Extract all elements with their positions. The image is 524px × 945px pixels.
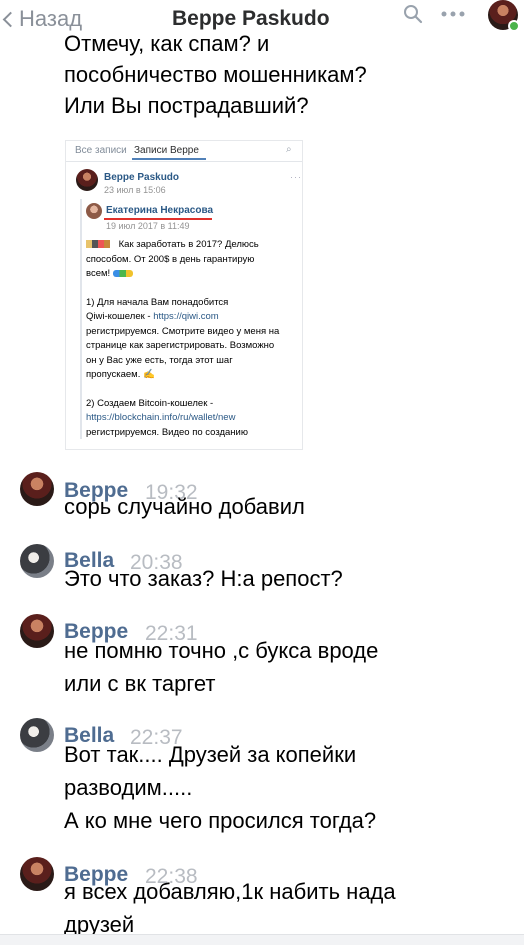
post-line: 2) Создаем Bitcoin-кошелек - [86,397,214,409]
post-line: всем! [86,268,111,279]
message-text: не помню точно ,с букса вроде или с вк т… [64,634,378,700]
avatar[interactable] [20,718,54,752]
repost-author: Екатерина Некрасова [106,205,214,216]
avatar[interactable] [20,544,54,578]
repost-date: 19 июл 2017 в 11:49 [106,221,190,231]
post-line: странице как зарегистрировать. Возможно [86,340,275,351]
post-line: 1) Для начала Вам понадобится [86,296,229,308]
post-line: регистрируемся. Видео по созданию [86,426,248,438]
post-line: Как заработать в 2017? Делюсь [118,239,259,250]
search-icon[interactable] [403,4,423,26]
message-line: разводим..... [64,775,193,800]
post-body: Как заработать в 2017? Делюсь способом. … [86,238,296,440]
message-text: я всех добавляю,1к набить нада друзей [64,875,396,941]
message-line: Отмечу, как спам? и [64,31,270,56]
search-icon: ⌕ [286,144,292,155]
message-text: Вот так.... Друзей за копейки разводим..… [64,738,376,837]
message-line: А ко мне чего просился тогда? [64,808,377,833]
qiwi-link: https://qiwi.com [153,311,219,322]
post-date: 23 июл в 15:06 [104,185,166,195]
post-line: пропускаем. [86,369,141,380]
message-text: Это что заказ? Н:а репост? [64,562,343,595]
blockchain-link: https://blockchain.info/ru/wallet/new [86,412,236,423]
pen-icon: ✍ [143,369,155,380]
message-line: не помню точно ,с букса вроде [64,638,379,663]
post-tabs: Все записи Записи Beppe ⌕ [66,141,302,162]
post-author: Beppe Paskudo [104,172,180,183]
message-line: пособничество мошенникам? [64,62,367,87]
post-line: способом. От 200$ в день гарантирую [86,253,255,265]
hearts-icon [112,269,133,277]
message-line: я всех добавляю,1к набить нада [64,879,396,904]
message-line: Вот так.... Друзей за копейки [64,742,357,767]
repost-line [80,199,82,439]
avatar [86,203,102,219]
post-line: регистрируемся. Смотрите видео у меня на [86,325,280,337]
red-underline [104,218,212,220]
message-line: или с вк таргет [64,671,216,696]
chevron-left-icon [2,11,19,27]
avatar[interactable] [20,857,54,891]
message-text: сорь случайно добавил [64,490,305,523]
message-text: Отмечу, как спам? и пособничество мошенн… [64,28,504,121]
avatar [76,169,98,191]
avatar[interactable] [20,472,54,506]
bottom-bar [0,934,524,945]
post-line: Qiwi-кошелек - [86,311,154,322]
tab-beppe-posts: Записи Beppe [134,145,199,156]
more-icon: ··· [290,172,302,182]
message-line: сорь случайно добавил [64,494,305,519]
post-line: он у Вас уже есть, тогда этот шаг [86,354,233,366]
message-line: Это что заказ? Н:а репост? [64,566,343,591]
more-icon[interactable] [440,10,466,18]
message-line: Или Вы пострадавший? [64,93,309,118]
tab-underline [132,158,206,160]
tab-all-posts: Все записи [75,145,127,156]
emoji-icon [86,240,116,249]
online-indicator [508,20,520,32]
avatar[interactable] [20,614,54,648]
attached-photo[interactable]: Все записи Записи Beppe ⌕ Beppe Paskudo … [65,140,303,450]
